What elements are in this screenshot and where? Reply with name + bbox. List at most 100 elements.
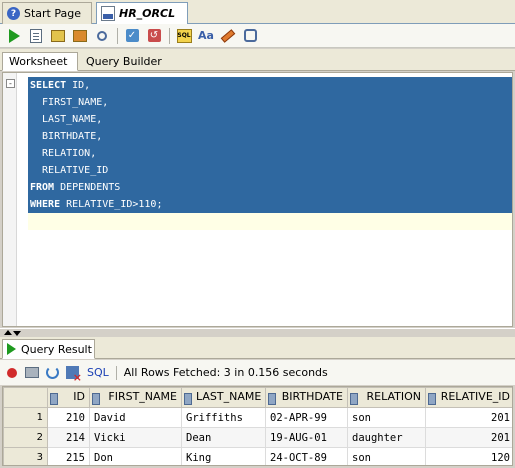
- results-grid[interactable]: ID FIRST_NAME LAST_NAME BIRTHDATE RELATI…: [2, 386, 513, 466]
- column-type-icon: [92, 393, 100, 405]
- results-table: ID FIRST_NAME LAST_NAME BIRTHDATE RELATI…: [3, 387, 512, 465]
- export-icon[interactable]: [66, 366, 82, 384]
- tab-start-page-label: Start Page: [24, 7, 81, 20]
- column-type-icon: [184, 393, 192, 405]
- tab-worksheet-label: Worksheet: [9, 55, 68, 68]
- column-type-icon: [50, 393, 58, 405]
- autotrace-button[interactable]: [49, 27, 67, 45]
- run-script-button[interactable]: [27, 27, 45, 45]
- row-number: 1: [3, 407, 48, 428]
- cell-first-name[interactable]: Don: [89, 447, 182, 465]
- column-header[interactable]: BIRTHDATE: [265, 387, 348, 408]
- code-line: SELECT ID,: [28, 77, 512, 94]
- fold-collapse-icon[interactable]: -: [6, 79, 15, 88]
- change-case-button[interactable]: Aa: [197, 27, 215, 45]
- toolbar-separator: [117, 27, 118, 44]
- explain-plan-button[interactable]: [71, 27, 89, 45]
- collapse-up-icon[interactable]: [4, 330, 12, 335]
- help-icon: ?: [7, 7, 20, 20]
- editor-gutter: -: [3, 73, 17, 326]
- cell-id[interactable]: 215: [47, 447, 90, 465]
- cell-first-name[interactable]: Vicki: [89, 427, 182, 448]
- cell-relative-id[interactable]: 201: [425, 427, 512, 448]
- pane-splitter[interactable]: [0, 328, 515, 336]
- table-row[interactable]: 1 210 David Griffiths 02-APR-99 son 201: [3, 407, 512, 428]
- tab-start-page[interactable]: ? Start Page: [2, 2, 92, 24]
- column-type-icon: [350, 393, 358, 405]
- run-icon: [8, 28, 20, 43]
- column-header[interactable]: FIRST_NAME: [89, 387, 182, 408]
- row-number: 3: [3, 447, 48, 465]
- sql-icon: SQL: [176, 28, 192, 43]
- tab-worksheet[interactable]: Worksheet: [2, 52, 78, 71]
- cell-birthdate[interactable]: 24-OCT-89: [265, 447, 348, 465]
- cell-birthdate[interactable]: 19-AUG-01: [265, 427, 348, 448]
- code-line: FIRST_NAME,: [28, 94, 512, 111]
- code-line: WHERE RELATIVE_ID>110;: [28, 196, 512, 213]
- sql-editor[interactable]: - SELECT ID, FIRST_NAME, LAST_NAME, BIRT…: [2, 72, 513, 327]
- column-header[interactable]: ID: [47, 387, 90, 408]
- cell-id[interactable]: 210: [47, 407, 90, 428]
- run-statement-button[interactable]: [5, 27, 23, 45]
- tab-hr-orcl[interactable]: HR_ORCL: [96, 2, 188, 25]
- code-line: FROM DEPENDENTS: [28, 179, 512, 196]
- tab-query-builder-label: Query Builder: [86, 55, 162, 68]
- results-toolbar: SQL All Rows Fetched: 3 in 0.156 seconds: [0, 360, 515, 385]
- cell-first-name[interactable]: David: [89, 407, 182, 428]
- cell-id[interactable]: 214: [47, 427, 90, 448]
- cursor-line: [28, 213, 512, 230]
- commit-button[interactable]: ✓: [123, 27, 141, 45]
- column-header[interactable]: RELATION: [347, 387, 426, 408]
- code-line: RELATION,: [28, 145, 512, 162]
- autotrace-icon: [51, 29, 65, 42]
- history-button[interactable]: [241, 27, 259, 45]
- table-row[interactable]: 3 215 Don King 24-OCT-89 son 120: [3, 447, 512, 465]
- sql-tuning-button[interactable]: [93, 27, 111, 45]
- row-number-header: [3, 387, 48, 408]
- run-script-icon: [30, 28, 42, 43]
- toolbar-separator: [169, 27, 170, 44]
- code-area[interactable]: SELECT ID, FIRST_NAME, LAST_NAME, BIRTHD…: [28, 77, 512, 230]
- change-case-icon: Aa: [198, 29, 214, 42]
- tab-query-result-label: Query Result: [21, 342, 92, 356]
- run-icon: [7, 343, 16, 355]
- fetch-status: All Rows Fetched: 3 in 0.156 seconds: [123, 366, 328, 379]
- clear-button[interactable]: [219, 27, 237, 45]
- print-icon[interactable]: [25, 367, 39, 378]
- explain-plan-icon: [73, 29, 87, 42]
- cell-birthdate[interactable]: 02-APR-99: [265, 407, 348, 428]
- cell-relative-id[interactable]: 120: [425, 447, 512, 465]
- document-tab-bar: ? Start Page HR_ORCL: [0, 0, 515, 25]
- tab-query-builder[interactable]: Query Builder: [80, 52, 168, 71]
- refresh-icon[interactable]: [46, 366, 59, 379]
- row-number: 2: [3, 427, 48, 448]
- table-row[interactable]: 2 214 Vicki Dean 19-AUG-01 daughter 201: [3, 427, 512, 448]
- cell-relation[interactable]: son: [347, 407, 426, 428]
- column-header[interactable]: RELATIVE_ID: [425, 387, 512, 408]
- sql-history-button[interactable]: SQL: [175, 27, 193, 45]
- cell-relation[interactable]: daughter: [347, 427, 426, 448]
- commit-icon: ✓: [125, 29, 139, 42]
- cell-relative-id[interactable]: 201: [425, 407, 512, 428]
- cell-last-name[interactable]: Dean: [181, 427, 266, 448]
- column-header[interactable]: LAST_NAME: [181, 387, 266, 408]
- code-line: LAST_NAME,: [28, 111, 512, 128]
- column-type-icon: [428, 393, 436, 405]
- magnifier-icon: [97, 30, 107, 41]
- worksheet-toolbar: ✓ ↺ SQL Aa: [0, 24, 515, 48]
- column-type-icon: [268, 393, 276, 405]
- tab-query-result[interactable]: Query Result: [2, 339, 95, 359]
- pin-icon[interactable]: [7, 367, 17, 378]
- sql-worksheet-icon: [101, 6, 115, 21]
- code-line: RELATIVE_ID: [28, 162, 512, 179]
- cell-last-name[interactable]: Griffiths: [181, 407, 266, 428]
- code-line: BIRTHDATE,: [28, 128, 512, 145]
- editor-tab-bar: Worksheet Query Builder: [0, 49, 515, 71]
- collapse-down-icon[interactable]: [13, 331, 21, 336]
- sql-link[interactable]: SQL: [87, 366, 109, 379]
- rollback-icon: ↺: [147, 29, 161, 42]
- cell-last-name[interactable]: King: [181, 447, 266, 465]
- cell-relation[interactable]: son: [347, 447, 426, 465]
- results-tab-bar: Query Result: [0, 337, 515, 359]
- rollback-button[interactable]: ↺: [145, 27, 163, 45]
